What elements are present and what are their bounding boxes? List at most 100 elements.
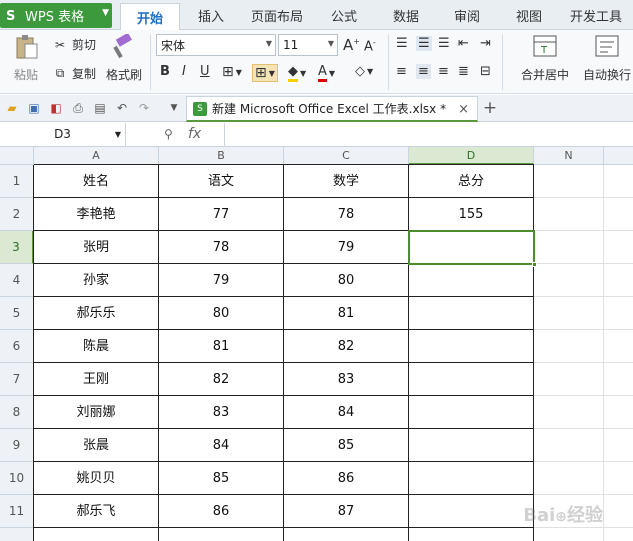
cell[interactable]: 77 [159,198,284,231]
cell[interactable] [409,264,534,297]
open-folder-icon[interactable]: ▰ [4,100,20,116]
cell[interactable]: 82 [159,363,284,396]
header-cell[interactable]: 数学 [284,165,409,198]
cell[interactable] [604,495,633,528]
cell[interactable] [604,462,633,495]
merge-center-button[interactable]: T 合并居中 [512,34,578,83]
redo-icon[interactable]: ↷ [136,100,152,116]
cell[interactable] [409,297,534,330]
new-tab-icon[interactable]: + [482,98,498,118]
cell[interactable]: 82 [284,330,409,363]
cell[interactable] [409,495,534,528]
align-bottom-button[interactable]: ☰ [438,36,450,51]
cell[interactable] [604,198,633,231]
row-header[interactable]: 10 [0,462,34,495]
row-header[interactable]: 11 [0,495,34,528]
column-header[interactable]: B [159,147,284,165]
cell[interactable]: 张明 [34,231,159,264]
cell[interactable] [604,429,633,462]
font-name-select[interactable]: 宋体 ▼ [156,34,276,56]
cell[interactable]: 83 [284,363,409,396]
zoom-function-button[interactable]: ⚲ [164,127,173,141]
align-right-button[interactable]: ≡ [438,64,449,79]
fill-color-button[interactable]: ◆ ▼ [288,64,306,82]
cell[interactable] [534,198,604,231]
column-header[interactable]: C [284,147,409,165]
cell[interactable] [534,264,604,297]
tab-developer[interactable]: 开发工具 [570,6,622,25]
tab-home[interactable]: 开始 [120,3,181,31]
cell[interactable] [604,165,633,198]
cell[interactable]: 郝乐飞 [34,495,159,528]
cell[interactable] [409,462,534,495]
underline-button[interactable]: U [200,64,210,79]
cell[interactable]: 87 [284,495,409,528]
cell[interactable] [534,363,604,396]
fill-grid-button[interactable]: ⊞ ▼ [252,64,278,82]
row-header[interactable] [0,528,34,541]
cell[interactable]: 155 [409,198,534,231]
save-icon[interactable]: ▣ [26,100,42,116]
cell[interactable]: 郝乐乐 [34,297,159,330]
select-all-corner[interactable] [0,147,34,165]
cell[interactable]: 81 [159,330,284,363]
borders-button[interactable]: ⊞ ▼ [222,64,242,80]
row-header[interactable]: 6 [0,330,34,363]
export-pdf-icon[interactable]: ◧ [48,100,64,116]
align-top-button[interactable]: ☰ [396,36,408,51]
cell[interactable]: 刘丽娜 [34,396,159,429]
cell[interactable]: 78 [284,198,409,231]
cell[interactable] [409,528,534,541]
tab-data[interactable]: 数据 [393,6,419,25]
column-header[interactable]: D [409,147,534,165]
cell[interactable] [534,396,604,429]
cut-button[interactable]: ✂ 剪切 [52,36,96,53]
cell[interactable] [409,429,534,462]
tab-insert[interactable]: 插入 [198,6,224,25]
cell[interactable] [604,528,633,541]
print-preview-icon[interactable]: ▤ [92,100,108,116]
cell[interactable] [604,231,633,264]
format-painter-button[interactable]: 格式刷 [103,34,145,83]
cell[interactable]: 86 [159,495,284,528]
spreadsheet-grid[interactable]: ABCDN 1 姓名 语文 数学 总分 2 李艳艳 77 78 155 3 张明 78 79 4 孙家 79 80… [0,147,633,541]
distribute-button[interactable]: ⊟ [480,64,491,79]
cell[interactable] [34,528,159,541]
increase-font-button[interactable]: A+ [343,36,360,54]
italic-button[interactable]: I [182,64,186,79]
clear-format-button[interactable]: ◇ ▼ [355,64,373,79]
cell[interactable] [534,528,604,541]
tab-page-layout[interactable]: 页面布局 [251,6,303,25]
cell[interactable] [534,462,604,495]
header-cell[interactable]: 总分 [409,165,534,198]
cell[interactable]: 80 [284,264,409,297]
cell[interactable]: 张晨 [34,429,159,462]
indent-decrease-button[interactable]: ⇤ [458,36,469,51]
cell[interactable]: 84 [284,396,409,429]
justify-button[interactable]: ≣ [458,64,469,79]
close-icon[interactable]: × [458,102,469,117]
tab-review[interactable]: 审阅 [454,6,480,25]
cell[interactable] [604,264,633,297]
insert-function-button[interactable]: fx [188,126,201,142]
cell[interactable] [604,363,633,396]
copy-button[interactable]: ⧉ 复制 [52,65,96,82]
align-middle-button[interactable]: ☰ [416,36,432,51]
cell[interactable]: 83 [159,396,284,429]
tab-formulas[interactable]: 公式 [331,6,357,25]
cell[interactable] [534,165,604,198]
row-header[interactable]: 5 [0,297,34,330]
decrease-font-button[interactable]: A- [364,38,376,54]
cell[interactable] [409,330,534,363]
cell[interactable] [409,363,534,396]
cell[interactable]: 80 [159,297,284,330]
cell[interactable] [604,396,633,429]
header-cell[interactable]: 语文 [159,165,284,198]
cell[interactable]: 85 [284,429,409,462]
cell[interactable] [159,528,284,541]
row-header[interactable]: 9 [0,429,34,462]
font-size-select[interactable]: 11 ▼ [278,34,338,56]
cell[interactable] [284,528,409,541]
print-icon[interactable]: ⎙ [70,100,86,116]
wrap-text-button[interactable]: 自动换行 [582,34,632,83]
